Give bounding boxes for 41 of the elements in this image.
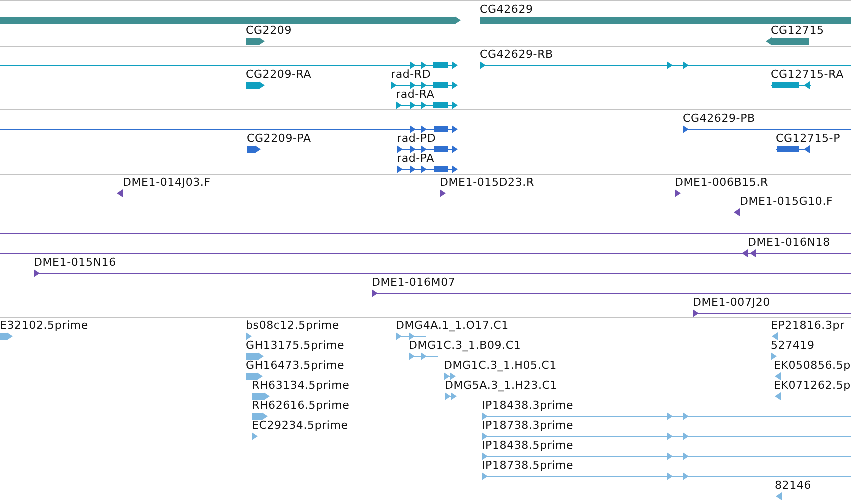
feature-label: DME1-014J03.F bbox=[123, 176, 211, 189]
feature-label: GH16473.5prime bbox=[246, 359, 345, 372]
feature-label: DMG5A.3_1.H23.C1 bbox=[445, 379, 558, 392]
feature-label: CG2209 bbox=[246, 24, 292, 37]
feature-label: IP18438.3prime bbox=[482, 399, 574, 412]
feature-label: DMG1C.3_1.H05.C1 bbox=[444, 359, 557, 372]
feature-label: IP18738.5prime bbox=[482, 459, 574, 472]
feature-label: EK071262.5p bbox=[774, 379, 851, 392]
feature-label: DME1-015N16 bbox=[34, 256, 116, 269]
feature-label: rad-RA bbox=[396, 88, 435, 101]
feature-label: CG2209-RA bbox=[246, 68, 312, 81]
feature-label: CG42629 bbox=[480, 3, 534, 16]
feature-label: bs08c12.5prime bbox=[246, 319, 340, 332]
feature-label: rad-RD bbox=[391, 68, 432, 81]
feature-label: EK050856.5p bbox=[774, 359, 851, 372]
feature-label: 82146 bbox=[775, 479, 812, 492]
feature-label: EC29234.5prime bbox=[252, 419, 348, 432]
feature-label: IP18738.3prime bbox=[482, 419, 574, 432]
feature-label: IP18438.5prime bbox=[482, 439, 574, 452]
feature-label: DMG1C.3_1.B09.C1 bbox=[409, 339, 522, 352]
feature-label: RH62616.5prime bbox=[252, 399, 350, 412]
feature-label: CG42629-RB bbox=[480, 48, 554, 61]
feature-label: DME1-016M07 bbox=[372, 276, 456, 289]
feature-label: rad-PD bbox=[397, 132, 436, 145]
feature-label: CG2209-PA bbox=[247, 132, 312, 145]
feature-label: RH63134.5prime bbox=[252, 379, 350, 392]
feature-label: 527419 bbox=[771, 339, 815, 352]
feature-label: DME1-006B15.R bbox=[675, 176, 768, 189]
feature-label: DME1-007J20 bbox=[693, 296, 770, 309]
feature-label: DME1-015G10.F bbox=[740, 195, 834, 208]
feature-label: CG12715 bbox=[771, 24, 824, 37]
feature-label: CG12715-P bbox=[776, 132, 840, 145]
feature-label: DME1-015D23.R bbox=[440, 176, 534, 189]
feature-label: E32102.5prime bbox=[0, 319, 88, 332]
feature-label: GH13175.5prime bbox=[246, 339, 345, 352]
feature-label: rad-PA bbox=[397, 152, 434, 165]
feature-label: DME1-016N18 bbox=[748, 236, 830, 249]
feature-label: DMG4A.1_1.O17.C1 bbox=[396, 319, 509, 332]
feature-label: CG12715-RA bbox=[771, 68, 844, 81]
feature-label: EP21816.3pr bbox=[771, 319, 845, 332]
feature-label: CG42629-PB bbox=[683, 112, 756, 125]
